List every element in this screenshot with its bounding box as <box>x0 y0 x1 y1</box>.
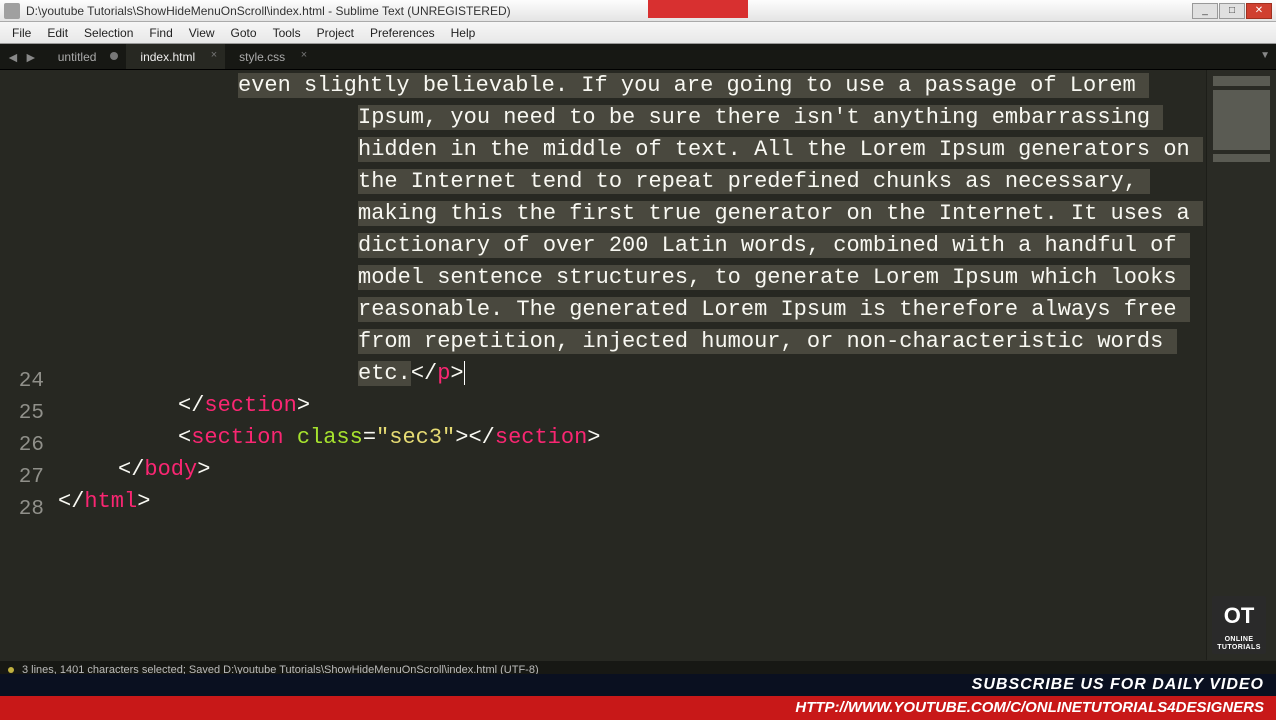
tab-index-html[interactable]: index.html × <box>126 44 225 69</box>
menu-view[interactable]: View <box>181 24 223 42</box>
titlebar: D:\youtube Tutorials\ShowHideMenuOnScrol… <box>0 0 1276 22</box>
menu-tools[interactable]: Tools <box>265 24 309 42</box>
arrow-left-icon[interactable]: ◄ <box>6 50 20 64</box>
banner-bottom: HTTP://WWW.YOUTUBE.COM/C/ONLINETUTORIALS… <box>0 696 1276 720</box>
close-tab-icon[interactable]: × <box>211 49 217 61</box>
tabbar: ◄ ► untitled index.html × style.css × ▼ <box>0 44 1276 70</box>
accent-stripe <box>648 0 748 18</box>
minimap-region <box>1213 90 1270 150</box>
minimap-region <box>1213 154 1270 162</box>
menu-preferences[interactable]: Preferences <box>362 24 443 42</box>
line-gutter: 24 25 26 27 28 <box>0 70 58 660</box>
menu-goto[interactable]: Goto <box>223 24 265 42</box>
menu-selection[interactable]: Selection <box>76 24 141 42</box>
maximize-button[interactable]: □ <box>1219 3 1245 19</box>
video-banner: SUBSCRIBE US FOR DAILY VIDEO HTTP://WWW.… <box>0 674 1276 720</box>
window-controls: _ □ ✕ <box>1192 3 1272 19</box>
minimize-button[interactable]: _ <box>1192 3 1218 19</box>
tab-style-css[interactable]: style.css × <box>225 44 315 69</box>
line-number: 24 <box>0 366 58 398</box>
app-icon <box>4 3 20 19</box>
arrow-right-icon[interactable]: ► <box>24 50 38 64</box>
menu-help[interactable]: Help <box>443 24 484 42</box>
close-tab-icon[interactable]: × <box>301 49 307 61</box>
tab-label: index.html <box>140 50 195 64</box>
line-number: 28 <box>0 494 58 526</box>
tab-label: untitled <box>58 50 97 64</box>
minimap-region <box>1213 76 1270 86</box>
menubar: File Edit Selection Find View Goto Tools… <box>0 22 1276 44</box>
window-title: D:\youtube Tutorials\ShowHideMenuOnScrol… <box>26 4 1192 18</box>
text-caret <box>464 361 465 385</box>
minimap[interactable] <box>1206 70 1276 660</box>
menu-edit[interactable]: Edit <box>39 24 76 42</box>
line-number: 26 <box>0 430 58 462</box>
selected-text: even slightly believable. If you are goi… <box>238 73 1203 386</box>
line-number: 27 <box>0 462 58 494</box>
menu-find[interactable]: Find <box>141 24 180 42</box>
line-number: 25 <box>0 398 58 430</box>
menu-file[interactable]: File <box>4 24 39 42</box>
tab-label: style.css <box>239 50 285 64</box>
close-button[interactable]: ✕ <box>1246 3 1272 19</box>
dirty-indicator-icon <box>110 52 118 60</box>
tab-untitled[interactable]: untitled <box>44 44 127 69</box>
menu-project[interactable]: Project <box>309 24 362 42</box>
channel-logo: OT ONLINE TUTORIALS <box>1212 596 1266 654</box>
status-indicator-icon <box>8 667 14 673</box>
editor-pane: 24 25 26 27 28 even slightly believable.… <box>0 70 1276 660</box>
code-area[interactable]: even slightly believable. If you are goi… <box>58 70 1276 660</box>
banner-top: SUBSCRIBE US FOR DAILY VIDEO <box>0 674 1276 696</box>
tab-nav-arrows[interactable]: ◄ ► <box>0 44 44 69</box>
tab-overflow-icon[interactable]: ▼ <box>1260 50 1270 61</box>
